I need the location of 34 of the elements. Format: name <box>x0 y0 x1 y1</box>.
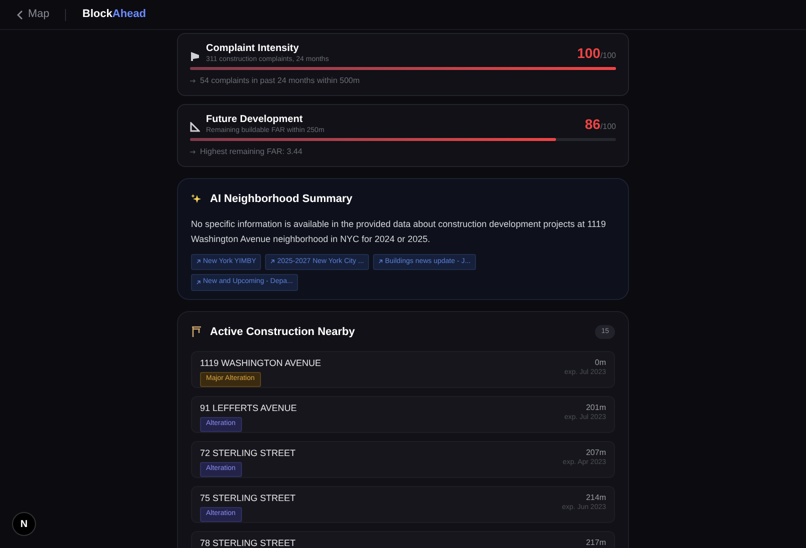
metric-note: Highest remaining FAR: 3.44 <box>200 146 302 158</box>
distance-text: 217m <box>586 538 606 548</box>
distance-text: 201m <box>586 403 606 413</box>
external-link-icon <box>378 259 383 264</box>
arrow-right-icon <box>190 150 196 154</box>
score-max: /100 <box>600 50 616 62</box>
brand-logo: BlockAhead <box>82 7 146 22</box>
score-max: /100 <box>600 121 616 133</box>
arrow-right-icon <box>190 79 196 83</box>
summary-text: No specific information is available in the provided data about construction development projects at 1119 Washington Avenue neighborhood in NYC for 2024 or 2025. <box>191 218 607 246</box>
distance-text: 214m <box>586 493 606 503</box>
chevron-left-icon <box>16 10 24 20</box>
external-link-icon <box>196 280 201 285</box>
address-text: 91 LEFFERTS AVENUE <box>200 403 297 414</box>
sparkles-icon <box>191 194 202 205</box>
external-link-icon <box>196 259 201 264</box>
construction-item[interactable]: 78 STERLING STREET 217m <box>191 531 615 548</box>
back-button[interactable]: Map <box>16 6 50 23</box>
metric-title: Future Development <box>206 114 304 126</box>
summary-title: AI Neighborhood Summary <box>210 192 352 207</box>
address-text: 72 STERLING STREET <box>200 448 296 459</box>
dev-badge[interactable]: N <box>12 512 36 536</box>
address-text: 75 STERLING STREET <box>200 493 296 504</box>
ruler-triangle-icon <box>190 122 200 132</box>
distance-text: 0m <box>594 358 606 368</box>
address-text: 1119 WASHINGTON AVENUE <box>200 358 322 369</box>
score-value: 100 <box>577 44 600 63</box>
external-link-icon <box>270 259 276 264</box>
section-title: Active Construction Nearby <box>210 324 355 340</box>
distance-text: 207m <box>586 448 606 458</box>
metric-title: Complaint Intensity <box>206 43 300 55</box>
address-text: 78 STERLING STREET <box>200 538 296 548</box>
score-value: 86 <box>584 115 600 134</box>
metric-note: 54 complaints in past 24 months within 500m <box>200 75 360 87</box>
